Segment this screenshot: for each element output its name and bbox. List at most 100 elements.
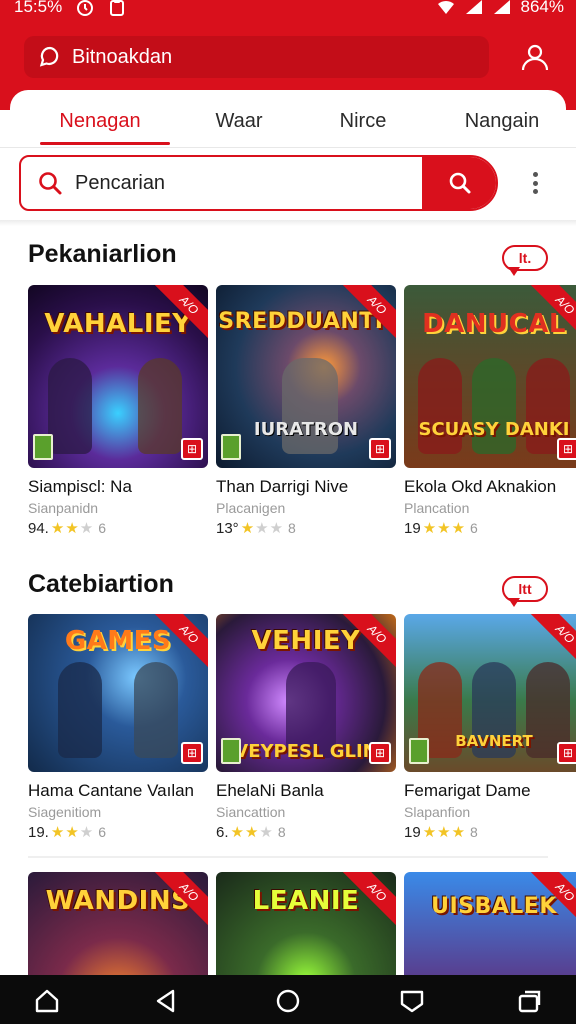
character-art <box>48 358 92 454</box>
game-publisher: Siancattion <box>216 804 286 820</box>
bookmark-icon[interactable]: ⊞ <box>369 742 391 764</box>
game-rating: 19 ★ ★ ★ 8 <box>404 823 576 842</box>
game-rating: 19. ★ ★ ★ 6 <box>28 823 208 842</box>
game-card[interactable]: SREDDUANTH IURATRON A/O ⊞ Than Darrigi N… <box>216 285 396 537</box>
profile-icon[interactable] <box>520 42 550 72</box>
game-card[interactable]: DANUCAL SCUASY DANKI A/O ⊞ Ekola Okd Akn… <box>404 285 576 537</box>
bookmark-icon[interactable]: ⊞ <box>557 438 576 460</box>
more-dot-icon <box>532 172 538 177</box>
game-publisher: Sianpanidn <box>28 500 99 516</box>
search-button[interactable] <box>422 157 496 209</box>
game-title: Than Darrigi Nive <box>216 477 349 496</box>
rating-badge-icon <box>33 434 53 460</box>
game-thumbnail: DANUCAL SCUASY DANKI A/O ⊞ <box>404 285 576 468</box>
tabs-divider <box>0 147 576 148</box>
star-icon: ★ <box>437 824 451 841</box>
rating-count: 6 <box>98 824 107 840</box>
bookmark-icon[interactable]: ⊞ <box>181 438 203 460</box>
star-icon: ★ <box>230 824 244 841</box>
game-card[interactable]: BAVNERT A/O ⊞ Femarigat Dame Slapanfion … <box>404 614 576 841</box>
star-icon: ★ <box>259 824 273 841</box>
game-rating: 13° ★ ★ ★ 8 <box>216 519 396 538</box>
game-publisher: Siagenitiom <box>28 804 102 820</box>
game-title: EhelaNi Banla <box>216 781 324 800</box>
game-publisher: Slapanfion <box>404 804 471 820</box>
rating-count: 8 <box>277 824 286 840</box>
game-card[interactable]: VAHALIEY A/O ⊞ Siampiscl: Na Sianpanidn … <box>28 285 208 537</box>
game-thumbnail: VAHALIEY A/O ⊞ <box>28 285 208 468</box>
system-nav-bar <box>0 975 576 1024</box>
game-art-subtitle: BAVNERT <box>455 732 533 750</box>
section-more-badge[interactable]: ltt <box>502 576 550 608</box>
tab-waar[interactable]: Waar <box>190 95 288 147</box>
back-icon[interactable] <box>152 987 180 1015</box>
badge-tail <box>508 267 520 276</box>
more-options-button[interactable] <box>524 168 546 198</box>
signal-icon <box>465 0 482 14</box>
game-rating: 6. ★ ★ ★ 8 <box>216 823 396 842</box>
game-title: Femarigat Dame <box>404 781 531 800</box>
alarm-icon <box>77 0 94 16</box>
star-icon: ★ <box>255 520 269 537</box>
signal-2-icon <box>493 0 510 14</box>
app-bar: Bitnoakdan <box>0 30 576 86</box>
rating-count: 6 <box>470 520 478 536</box>
game-thumbnail: SREDDUANTH IURATRON A/O ⊞ <box>216 285 396 468</box>
game-art-title: UISBALEK <box>431 894 557 919</box>
overview-circle-icon[interactable] <box>274 987 302 1015</box>
bookmark-icon[interactable]: ⊞ <box>369 438 391 460</box>
game-card[interactable]: GAMES A/O ⊞ Hama Cantane Vaılan Siagenit… <box>28 614 208 841</box>
bookmark-icon[interactable]: ⊞ <box>181 742 203 764</box>
section-divider <box>28 856 548 858</box>
rating-score: 19. <box>28 823 49 841</box>
star-icon: ★ <box>451 824 466 841</box>
star-icon: ★ <box>437 520 451 537</box>
bookmark-icon[interactable]: ⊞ <box>557 742 576 764</box>
game-publisher: Plancation <box>404 500 470 516</box>
section-title: Catebiartion <box>28 570 174 598</box>
tab-nenagan[interactable]: Nenagan <box>10 95 190 147</box>
rating-badge-icon <box>221 738 241 764</box>
star-icon: ★ <box>50 824 65 841</box>
rating-score: 6. <box>216 823 229 841</box>
brand-button[interactable]: Bitnoakdan <box>24 36 489 78</box>
rating-count: 8 <box>288 520 296 536</box>
game-publisher: Placanigen <box>216 500 286 516</box>
game-card[interactable]: VEHIEY VEYPESL GLIN A/O ⊞ EhelaNi Banla … <box>216 614 396 841</box>
tab-nirce[interactable]: Nirce <box>288 95 438 147</box>
battery-level: 864% <box>520 0 564 16</box>
rating-badge-icon <box>221 434 241 460</box>
star-icon: ★ <box>451 520 466 537</box>
section-more-badge[interactable]: lt. <box>502 245 550 277</box>
star-icon: ★ <box>240 520 255 537</box>
brand-label: Bitnoakdan <box>72 45 173 68</box>
tab-bar: Nenagan Waar Nirce Nangain <box>10 95 566 147</box>
star-icon: ★ <box>79 520 94 537</box>
shield-icon[interactable] <box>398 987 426 1015</box>
home-icon[interactable] <box>33 987 61 1015</box>
star-icon: ★ <box>269 520 284 537</box>
game-art-subtitle: IURATRON <box>253 419 359 440</box>
rating-count: 8 <box>470 824 478 840</box>
game-thumbnail: BAVNERT A/O ⊞ <box>404 614 576 772</box>
status-time: 15:5% <box>14 0 63 16</box>
tab-nangain[interactable]: Nangain <box>438 95 566 147</box>
active-tab-indicator <box>40 142 170 145</box>
star-icon: ★ <box>65 520 79 537</box>
game-rating: 19 ★ ★ ★ 6 <box>404 519 576 538</box>
recents-icon[interactable] <box>516 987 544 1015</box>
game-title: Ekola Okd Aknakion <box>404 477 557 496</box>
wifi-icon <box>437 0 454 15</box>
section-title: Pekaniarlion <box>28 240 177 268</box>
chat-bubble-icon <box>39 46 59 67</box>
search-bar <box>19 155 498 211</box>
star-icon: ★ <box>50 520 65 537</box>
game-thumbnail: VEHIEY VEYPESL GLIN A/O ⊞ <box>216 614 396 772</box>
rating-score: 19 <box>404 823 421 841</box>
game-title: Hama Cantane Vaılan <box>28 781 195 800</box>
game-title: Siampiscl: Na <box>28 477 132 496</box>
rating-score: 19 <box>404 519 421 537</box>
game-art-title: DANUCAL <box>422 309 566 339</box>
search-input[interactable] <box>75 165 415 201</box>
more-dot-icon <box>532 189 538 194</box>
